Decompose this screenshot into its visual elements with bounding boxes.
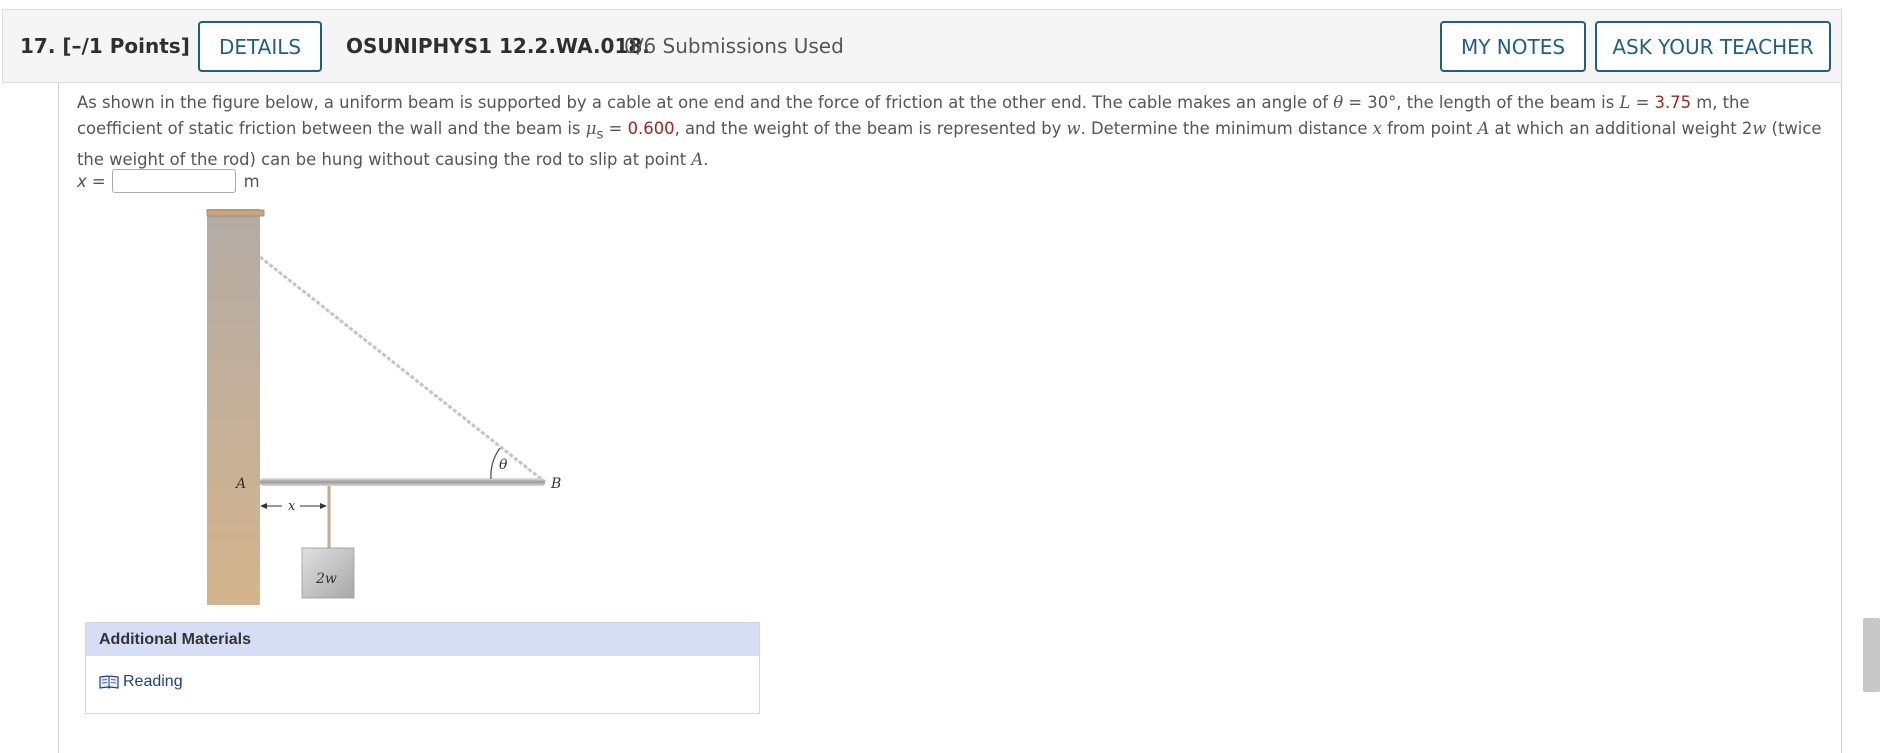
beam: [260, 478, 545, 486]
beam-length-value: 3.75: [1655, 93, 1692, 112]
reading-link[interactable]: Reading: [99, 673, 183, 691]
x-label: x: [288, 499, 296, 514]
problem-statement: As shown in the figure below, a uniform …: [77, 90, 1827, 173]
answer-unit: m: [244, 172, 260, 191]
wall: [207, 209, 260, 605]
beam-figure: θ A B 2w x: [200, 205, 580, 610]
ask-teacher-button[interactable]: ASK YOUR TEACHER: [1595, 21, 1831, 72]
additional-materials-panel: Additional Materials Reading: [85, 622, 760, 714]
book-icon: [99, 674, 119, 690]
details-button[interactable]: DETAILS: [198, 21, 322, 72]
submissions-used: 0/6 Submissions Used: [624, 34, 844, 58]
point-b-label: B: [550, 476, 561, 492]
theta-label: θ: [499, 457, 508, 473]
answer-row: x = m: [77, 168, 260, 194]
x-arrow-right: [320, 503, 327, 509]
wall-mount-plate: [207, 210, 264, 216]
answer-input[interactable]: [112, 169, 236, 193]
support-cable: [260, 257, 545, 482]
question-points: [–/1 Points]: [62, 34, 189, 58]
scrollbar-thumb[interactable]: [1863, 618, 1880, 692]
point-a-label: A: [234, 476, 246, 492]
x-arrow-left: [260, 503, 267, 509]
additional-materials-title: Additional Materials: [86, 623, 759, 656]
question-number: 17.: [20, 34, 55, 58]
answer-label: x =: [77, 172, 106, 191]
question-number-points: 17. [–/1 Points]: [20, 34, 190, 58]
my-notes-button[interactable]: MY NOTES: [1440, 21, 1586, 72]
weight-label: 2w: [315, 571, 337, 587]
friction-coefficient-value: 0.600: [628, 119, 675, 138]
reading-label[interactable]: Reading: [123, 673, 183, 691]
question-id: OSUNIPHYS1 12.2.WA.018.: [346, 34, 650, 58]
